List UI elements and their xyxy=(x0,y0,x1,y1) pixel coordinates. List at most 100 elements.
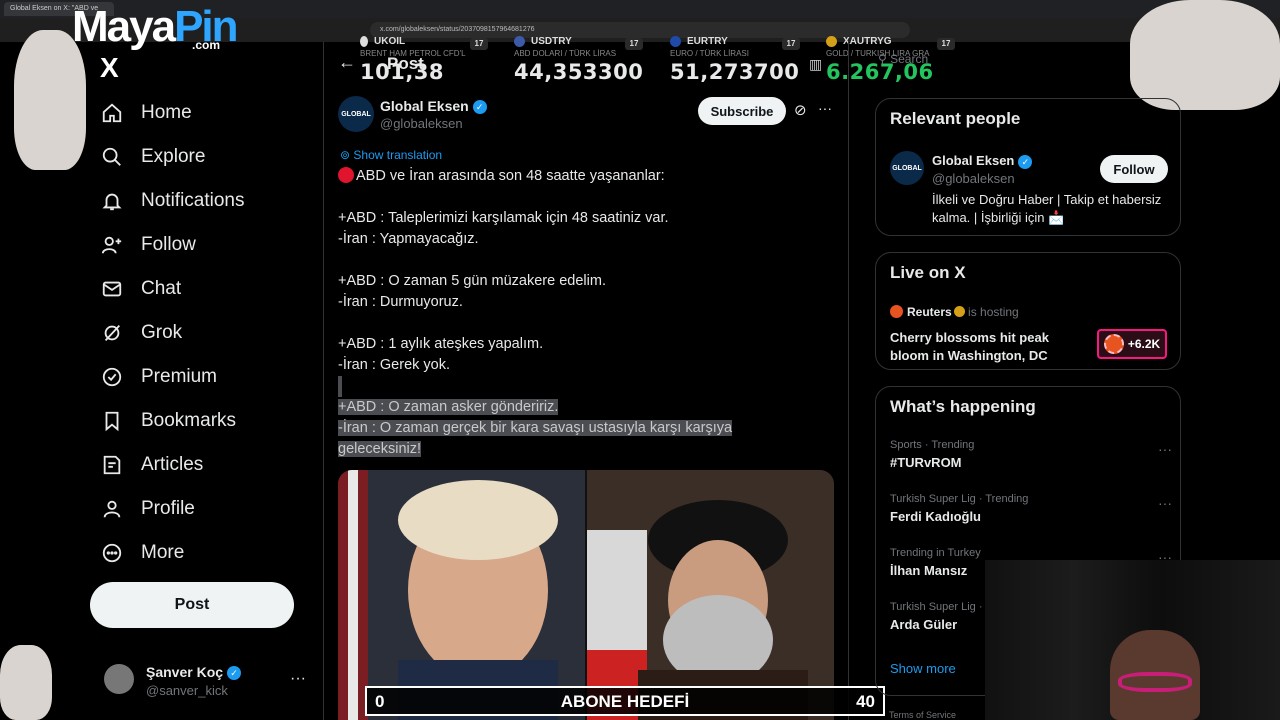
tradingview-icon: 17 xyxy=(782,38,800,50)
person-add-icon xyxy=(100,233,124,257)
tweet-line: -İran : Yapmayacağız. xyxy=(338,231,479,247)
nav-articles[interactable]: Articles xyxy=(100,450,203,480)
tweet-line xyxy=(338,313,778,334)
tradingview-icon: 17 xyxy=(937,38,955,50)
listener-avatar-icon xyxy=(1103,334,1124,354)
tradingview-icon: 17 xyxy=(625,38,643,50)
show-more-link[interactable]: Show more xyxy=(890,661,956,676)
trend-more-button[interactable]: ··· xyxy=(1158,441,1172,457)
relevant-handle[interactable]: @globaleksen xyxy=(932,171,1015,186)
account-more-button[interactable]: ··· xyxy=(290,670,306,688)
author-avatar[interactable]: GLOBAL xyxy=(338,96,374,132)
account-name[interactable]: Şanver Koç ✓ xyxy=(146,664,242,681)
subscriber-goal-bar: ABONE HEDEFİ 0 40 xyxy=(365,686,885,716)
tweet-line-selected: geleceksiniz! xyxy=(338,441,422,457)
tweet-image[interactable] xyxy=(338,470,834,720)
goal-title: ABONE HEDEFİ xyxy=(560,692,690,711)
gold-icon xyxy=(826,36,837,47)
trend-item[interactable]: Trending in Turkey İlhan Mansız xyxy=(890,547,981,578)
nav-explore[interactable]: Explore xyxy=(100,142,205,172)
grok-icon[interactable]: ⊘ xyxy=(794,101,807,119)
author-name[interactable]: Global Eksen ✓ xyxy=(380,98,487,115)
tweet-line xyxy=(338,250,778,271)
live-on-x-card: Live on X Reuters is hosting Cherry blos… xyxy=(875,252,1181,370)
cat-sticker-bottom-left xyxy=(0,645,52,720)
nav-label: Home xyxy=(141,102,192,123)
card-title: What’s happening xyxy=(890,397,1036,416)
relevant-bio: İlkeli ve Doğru Haber | Takip et habersi… xyxy=(932,192,1162,225)
live-listeners-badge[interactable]: +6.2K xyxy=(1097,329,1167,359)
bookmark-icon xyxy=(100,409,124,433)
gold-verified-icon xyxy=(953,306,965,317)
cat-sticker-top-right xyxy=(1130,0,1280,110)
nav-label: More xyxy=(141,542,185,563)
tweet-text: ABD ve İran arasında son 48 saatte yaşan… xyxy=(338,166,778,460)
grok-icon xyxy=(100,321,124,345)
relevant-name[interactable]: Global Eksen ✓ xyxy=(932,153,1033,169)
card-title: Live on X xyxy=(890,263,966,282)
live-host[interactable]: Reuters is hosting xyxy=(890,305,1019,319)
page-title: Post xyxy=(387,54,424,73)
goal-current: 0 xyxy=(375,692,385,711)
back-arrow-icon[interactable]: ← xyxy=(338,52,356,73)
divider xyxy=(323,42,324,720)
x-logo[interactable]: X xyxy=(100,52,119,84)
tweet-line-selected xyxy=(338,376,778,397)
nav-label: Profile xyxy=(141,498,195,519)
show-translation-link[interactable]: ⊚ Show translation xyxy=(340,148,442,162)
relevant-people-card: Relevant people GLOBAL Global Eksen ✓ @gl… xyxy=(875,98,1181,236)
person-icon xyxy=(100,497,124,521)
reader-icon[interactable]: ▥ xyxy=(809,56,822,73)
subscribe-button[interactable]: Subscribe xyxy=(698,97,786,125)
search-icon xyxy=(100,145,124,169)
headset-icon xyxy=(1118,672,1192,692)
mail-icon xyxy=(100,277,124,301)
bell-icon xyxy=(100,189,124,213)
red-circle-icon xyxy=(338,167,354,183)
ticker-usdtry: USDTRY ABD DOLARI / TÜRK LİRAS 44,353300 xyxy=(514,36,644,85)
nav-more[interactable]: More xyxy=(100,538,184,568)
trend-more-button[interactable]: ··· xyxy=(1158,495,1172,511)
us-flag-icon xyxy=(514,36,525,47)
trend-item[interactable]: Sports · Trending #TURvROM xyxy=(890,439,974,470)
tweet-line: ABD ve İran arasında son 48 saatte yaşan… xyxy=(338,166,778,187)
verified-badge-icon: ✓ xyxy=(472,100,487,115)
reuters-logo-icon xyxy=(890,305,903,318)
divider xyxy=(848,42,849,720)
post-more-button[interactable]: ··· xyxy=(818,100,832,116)
nav-follow[interactable]: Follow xyxy=(100,230,196,260)
avatar[interactable] xyxy=(104,664,134,694)
search-icon: ⚲ xyxy=(878,52,891,66)
footer-link[interactable]: Terms of Service xyxy=(889,710,956,720)
follow-button[interactable]: Follow xyxy=(1100,155,1168,183)
nav-grok[interactable]: Grok xyxy=(100,318,182,348)
verified-badge-icon: ✓ xyxy=(1018,154,1033,169)
nav-label: Articles xyxy=(141,454,204,475)
tweet-photo xyxy=(338,470,834,720)
home-icon xyxy=(100,101,124,125)
post-button[interactable]: Post xyxy=(90,582,294,628)
nav-chat[interactable]: Chat xyxy=(100,274,181,304)
nav-label: Notifications xyxy=(141,190,245,211)
nav-profile[interactable]: Profile xyxy=(100,494,195,524)
search-input[interactable]: ⚲ Search xyxy=(878,52,928,66)
tweet-line: +ABD : Taleplerimizi karşılamak için 48 … xyxy=(338,210,669,226)
verified-badge-icon: ✓ xyxy=(227,666,242,681)
nav-notifications[interactable]: Notifications xyxy=(100,186,245,216)
avatar[interactable]: GLOBAL xyxy=(890,151,924,185)
nav-bookmarks[interactable]: Bookmarks xyxy=(100,406,236,436)
nav-premium[interactable]: Premium xyxy=(100,362,217,392)
trend-item[interactable]: Turkish Super Lig · Trending Ferdi Kadıoğ… xyxy=(890,493,1028,524)
nav-home[interactable]: Home xyxy=(100,98,192,128)
nav-label: Follow xyxy=(141,234,196,255)
nav-label: Premium xyxy=(141,366,218,387)
tweet-line: +ABD : O zaman 5 gün müzakere edelim. xyxy=(338,273,606,289)
tweet-line-selected: +ABD : O zaman asker göndeririz. xyxy=(338,399,559,415)
tradingview-icon: 17 xyxy=(470,38,488,50)
nav-label: Chat xyxy=(141,278,182,299)
live-space-title[interactable]: Cherry blossoms hit peak bloom in Washin… xyxy=(890,329,1080,365)
mayapin-logo-suffix: .com xyxy=(192,38,221,52)
nav-label: Grok xyxy=(141,322,183,343)
nav-label: Bookmarks xyxy=(141,410,237,431)
author-handle[interactable]: @globaleksen xyxy=(380,116,463,131)
